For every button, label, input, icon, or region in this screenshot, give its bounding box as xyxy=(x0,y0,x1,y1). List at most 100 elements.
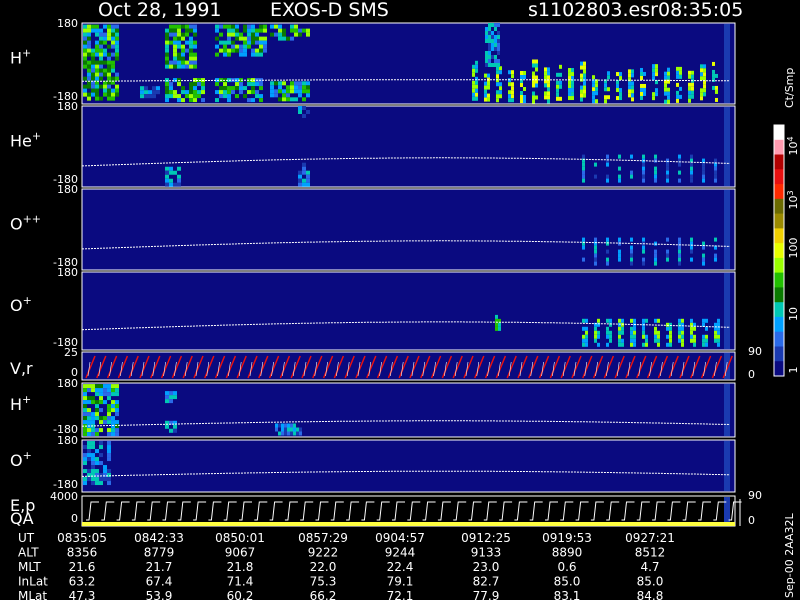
h-plus-flux-cell xyxy=(201,86,205,91)
h-plus-flux-cell xyxy=(239,36,243,41)
h-plus-flux-cell xyxy=(111,92,115,97)
he-plus-flux-cell xyxy=(618,166,621,171)
h-plus-2-flux-cell xyxy=(83,384,87,389)
h-plus-flux-cell xyxy=(107,24,111,29)
h-plus-flux-cell xyxy=(87,44,91,49)
h-plus-flux-cell xyxy=(219,94,223,99)
he-plus-flux-cell xyxy=(642,174,645,179)
he-plus-flux-cell xyxy=(606,162,609,167)
h-plus-2-flux-cell xyxy=(169,395,173,400)
h-plus-flux-cell xyxy=(535,59,538,64)
h-plus-flux-cell xyxy=(215,36,219,41)
o-plus-flux-cell xyxy=(609,330,612,335)
h-plus-flux-cell xyxy=(177,82,181,87)
o-plusplus-flux-cell xyxy=(618,237,621,242)
h-plus-flux-cell xyxy=(511,82,514,87)
h-plus-flux-cell xyxy=(107,36,111,41)
he-plus-flux-cell xyxy=(690,170,693,175)
he-plus-flux-cell xyxy=(306,174,310,179)
h-plus-flux-cell xyxy=(103,92,107,97)
h-plus-flux-cell xyxy=(231,44,235,49)
he-plus-flux-cell xyxy=(666,158,669,163)
he-plus-flux-cell xyxy=(169,182,173,187)
h-plus-flux-cell xyxy=(496,78,499,83)
h-plus-flux-cell xyxy=(544,91,547,96)
h-plus-flux-cell xyxy=(592,83,595,88)
h-plus-flux-cell xyxy=(499,94,502,99)
h-plus-2-flux-cell xyxy=(115,412,119,417)
h-plus-flux-cell xyxy=(700,88,703,93)
h-plus-flux-cell xyxy=(616,84,619,89)
h-plus-flux-cell xyxy=(201,82,205,87)
h-plus-flux-cell xyxy=(259,24,263,29)
h-plus-flux-cell xyxy=(91,56,95,61)
table-cell: 8779 xyxy=(144,546,175,560)
h-plus-flux-cell xyxy=(95,32,99,37)
h-plus-flux-cell xyxy=(488,23,491,27)
o-plus-flux-cell xyxy=(681,330,684,335)
h-plus-flux-cell xyxy=(628,93,631,98)
o-plusplus-flux-cell xyxy=(594,257,597,262)
h-plus-flux-cell xyxy=(144,94,148,99)
h-plus-2-flux-cell xyxy=(99,392,103,397)
h-plus-flux-cell xyxy=(95,40,99,45)
h-plus-flux-cell xyxy=(165,60,169,65)
h-plus-flux-cell xyxy=(111,32,115,37)
h-plus-flux-cell xyxy=(508,94,511,99)
h-plus-flux-cell xyxy=(181,98,185,103)
panel-o-plus-edge xyxy=(724,273,730,349)
h-plus-flux-cell xyxy=(652,76,655,81)
colorbar-band xyxy=(774,272,784,288)
h-plus-flux-cell xyxy=(488,35,491,39)
h-plus-flux-cell xyxy=(491,47,494,51)
h-plus-flux-cell xyxy=(181,56,185,61)
h-plus-flux-cell xyxy=(496,70,499,75)
panel-h-plus-2-ymax: 180 xyxy=(57,377,78,390)
o-plusplus-flux-cell xyxy=(594,245,597,250)
h-plus-flux-cell xyxy=(497,35,500,39)
panel-o-plus-2-edge xyxy=(724,441,730,491)
h-plus-flux-cell xyxy=(583,81,586,86)
h-plus-2-flux-cell xyxy=(284,423,287,428)
h-plus-flux-cell xyxy=(532,71,535,76)
o-plus-flux-cell xyxy=(495,322,498,327)
h-plus-2-flux-cell xyxy=(103,388,107,393)
h-plus-flux-cell xyxy=(274,93,278,98)
h-plus-flux-cell xyxy=(169,82,173,87)
h-plus-flux-cell xyxy=(491,43,494,47)
h-plus-flux-cell xyxy=(83,48,87,53)
h-plus-flux-cell xyxy=(103,84,107,89)
h-plus-flux-cell xyxy=(189,44,193,49)
h-plus-2-flux-cell xyxy=(111,424,115,429)
h-plus-flux-cell xyxy=(87,84,91,89)
table-row-label: InLat xyxy=(18,575,48,589)
h-plus-flux-cell xyxy=(703,92,706,97)
h-plus-2-flux-cell xyxy=(115,404,119,409)
he-plus-flux-cell xyxy=(302,162,306,167)
header-time: 08:35:05 xyxy=(658,0,743,21)
h-plus-flux-cell xyxy=(640,87,643,92)
he-plus-flux-cell xyxy=(173,170,177,175)
h-plus-flux-cell xyxy=(87,36,91,41)
h-plus-flux-cell xyxy=(664,71,667,76)
h-plus-flux-cell xyxy=(628,69,631,74)
h-plus-flux-cell xyxy=(263,28,267,33)
panel-o-plus-label-sup: + xyxy=(23,294,32,307)
h-plus-flux-cell xyxy=(715,73,718,78)
he-plus-flux-cell xyxy=(173,182,177,187)
h-plus-2-flux-cell xyxy=(290,427,293,432)
o-plusplus-flux-cell xyxy=(702,241,705,246)
h-plus-flux-cell xyxy=(475,88,478,93)
h-plus-2-flux-cell xyxy=(115,400,119,405)
h-plus-flux-cell xyxy=(298,93,302,98)
o-plus-flux-cell xyxy=(681,326,684,331)
h-plus-flux-cell xyxy=(499,86,502,91)
h-plus-flux-cell xyxy=(559,64,562,69)
o-plusplus-flux-cell xyxy=(714,237,717,242)
h-plus-flux-cell xyxy=(107,88,111,93)
o-plus-flux-cell xyxy=(585,334,588,339)
h-plus-flux-cell xyxy=(497,31,500,35)
h-plus-flux-cell xyxy=(494,59,497,63)
h-plus-flux-cell xyxy=(177,52,181,57)
h-plus-flux-cell xyxy=(302,97,306,102)
